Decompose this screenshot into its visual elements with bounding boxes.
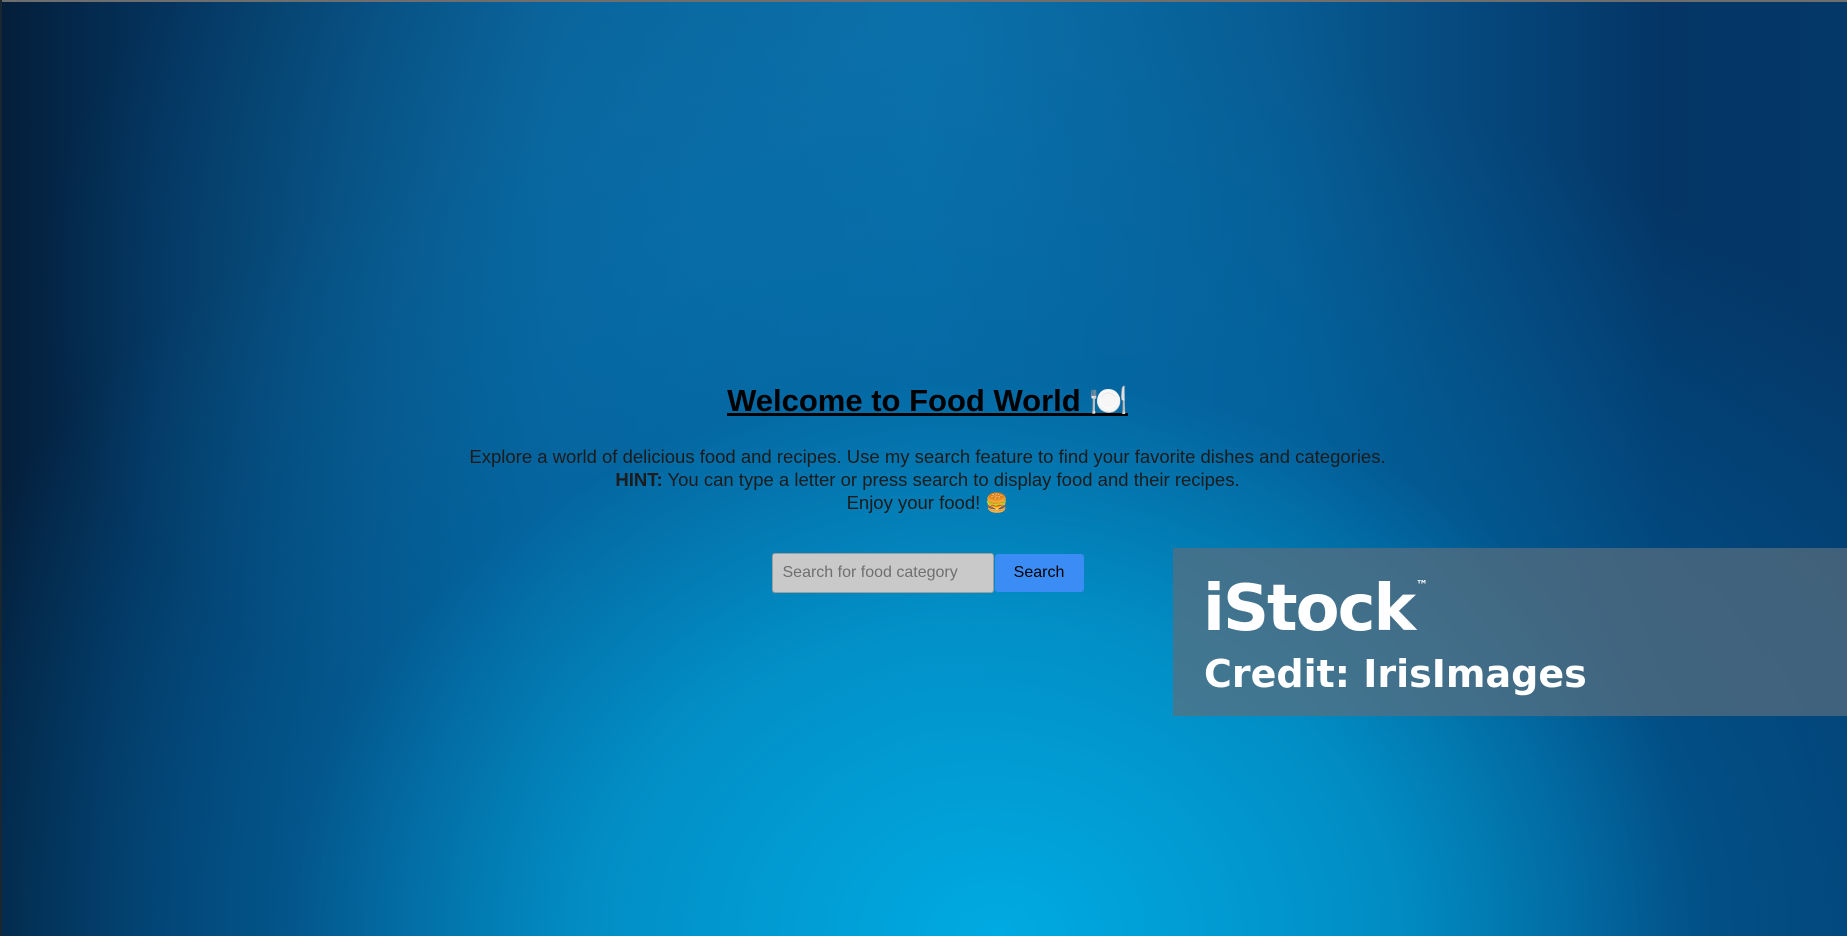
istock-watermark: iStock ™ Credit: IrisImages [1173, 548, 1847, 716]
hint-text: You can type a letter or press search to… [662, 469, 1240, 490]
search-input[interactable] [771, 553, 994, 593]
watermark-trademark: ™ [1416, 578, 1428, 592]
page-title: Welcome to Food World 🍽️ [727, 383, 1128, 418]
search-button[interactable]: Search [994, 554, 1084, 592]
intro-text: Explore a world of delicious food and re… [469, 446, 1386, 467]
description: Explore a world of delicious food and re… [0, 445, 1847, 514]
watermark-logo: iStock [1203, 572, 1416, 646]
hint-label: HINT: [615, 469, 663, 490]
closing-text: Enjoy your food! 🍔 [846, 492, 1009, 513]
window-top-border [0, 0, 1847, 2]
hint-line: HINT: You can type a letter or press sea… [0, 468, 1847, 491]
watermark-credit: Credit: IrisImages [1204, 652, 1587, 696]
